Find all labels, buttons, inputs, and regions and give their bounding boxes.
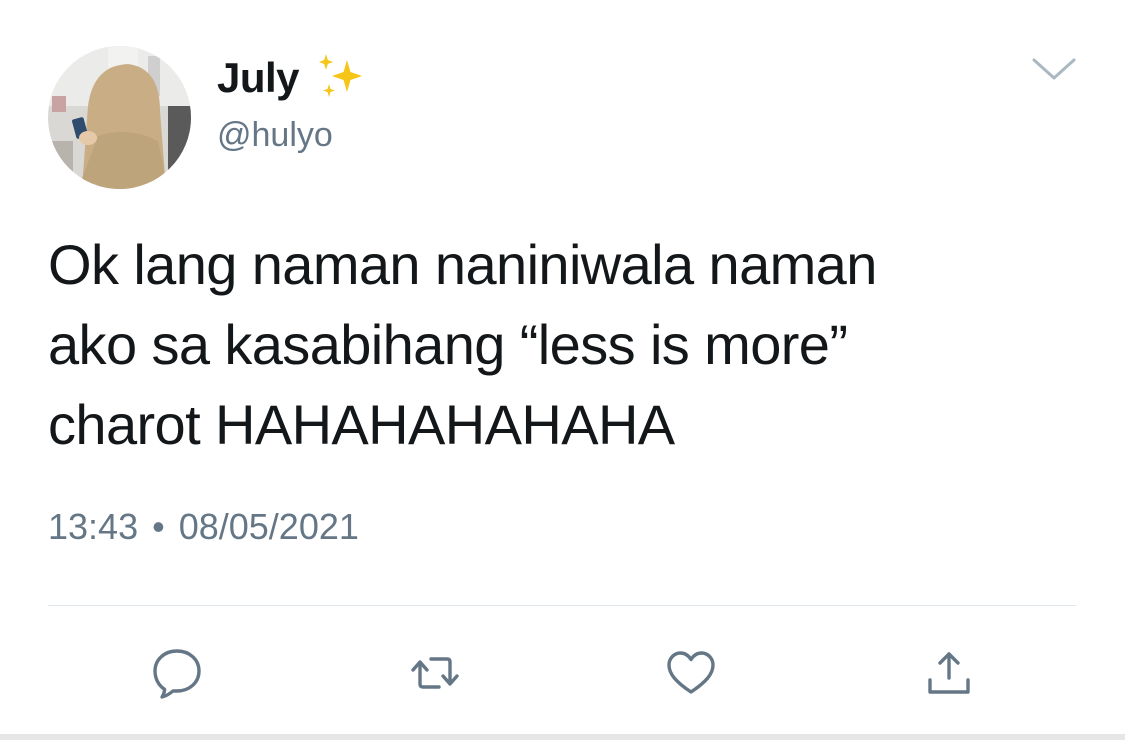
tweet-text: Ok lang naman naniniwala naman ako sa ka… bbox=[48, 233, 877, 456]
username-handle[interactable]: @hulyo bbox=[217, 116, 333, 155]
separator-dot: • bbox=[152, 506, 165, 547]
reply-icon bbox=[153, 649, 201, 699]
divider bbox=[48, 605, 1076, 606]
share-icon bbox=[928, 652, 970, 694]
chevron-down-icon bbox=[1032, 58, 1076, 80]
like-button[interactable] bbox=[658, 640, 724, 706]
more-options-button[interactable] bbox=[1028, 52, 1080, 86]
retweet-icon bbox=[411, 657, 459, 689]
share-button[interactable] bbox=[916, 640, 982, 706]
heart-icon bbox=[667, 651, 715, 694]
action-bar bbox=[0, 640, 1125, 706]
reply-button[interactable] bbox=[144, 640, 210, 706]
tweet-date: 08/05/2021 bbox=[178, 506, 359, 547]
avatar[interactable] bbox=[48, 46, 191, 189]
sparkles-icon bbox=[313, 52, 369, 104]
bottom-edge bbox=[0, 734, 1125, 740]
tweet-timestamp[interactable]: 13:43 • 08/05/2021 bbox=[48, 506, 359, 548]
retweet-button[interactable] bbox=[402, 640, 468, 706]
author-name-row: July bbox=[217, 52, 369, 104]
profile-photo bbox=[48, 46, 191, 189]
tweet-card: July @hulyo Ok lang naman naniniwala nam… bbox=[0, 0, 1125, 740]
display-name[interactable]: July bbox=[217, 54, 300, 102]
tweet-time: 13:43 bbox=[48, 506, 139, 547]
